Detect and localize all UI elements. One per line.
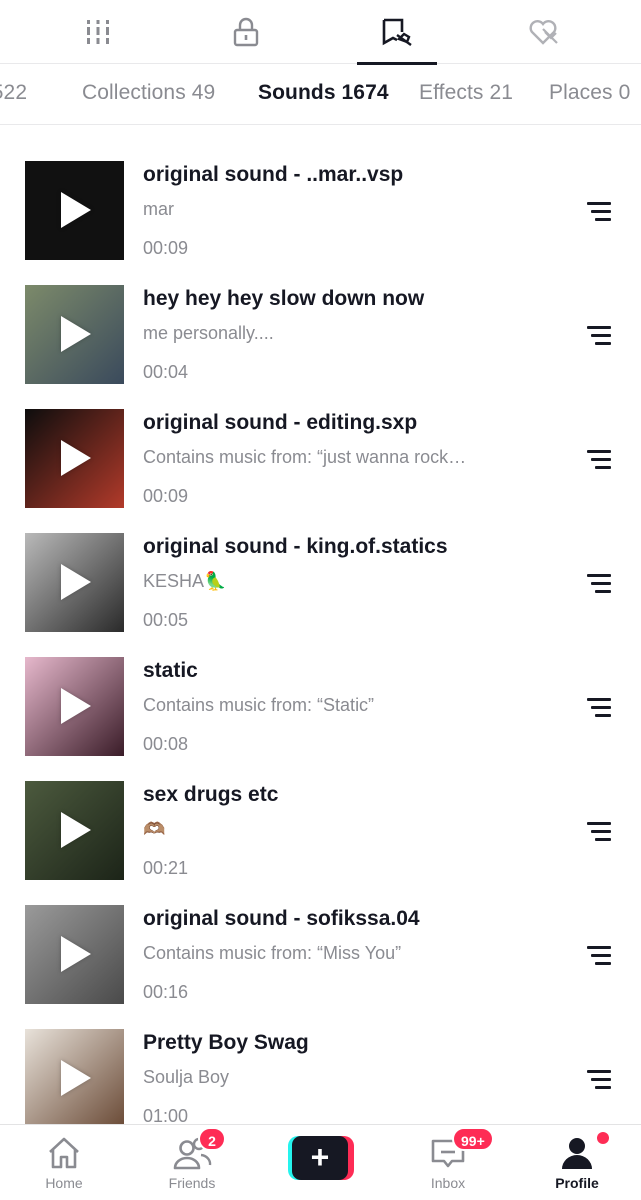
sound-thumbnail[interactable]	[25, 533, 124, 632]
tab-posts-count[interactable]: 3522	[0, 81, 27, 105]
sound-options-icon[interactable]	[585, 450, 611, 472]
sound-subtitle: KESHA🦜	[143, 571, 227, 591]
sound-subtitle: Contains music from: “just wanna rock…	[143, 447, 467, 467]
grid-icon	[87, 20, 109, 44]
play-icon[interactable]	[61, 316, 91, 352]
sound-title[interactable]: hey hey hey slow down now	[143, 287, 424, 311]
sound-subtitle: me personally....	[143, 323, 274, 343]
sound-thumbnail[interactable]	[25, 1029, 124, 1124]
sound-title[interactable]: original sound - editing.sxp	[143, 411, 417, 435]
sound-list-item[interactable]: Pretty Boy Swag Soulja Boy 01:00	[0, 993, 641, 1124]
bookmark-icon	[382, 18, 412, 46]
sound-list-item[interactable]: original sound - ..mar..vsp mar 00:09	[0, 125, 641, 260]
sound-title[interactable]: original sound - sofikssa.04	[143, 907, 420, 931]
sound-title[interactable]: sex drugs etc	[143, 783, 278, 807]
play-icon[interactable]	[61, 1060, 91, 1096]
top-icon-tabs	[0, 0, 641, 65]
category-tabs: 3522 Collections 49 Sounds 1674 Effects …	[0, 64, 641, 125]
sound-list-item[interactable]: static Contains music from: “Static” 00:08	[0, 621, 641, 756]
nav-home[interactable]: Home	[0, 1125, 128, 1200]
sound-thumbnail[interactable]	[25, 285, 124, 384]
tab-collections[interactable]: Collections 49	[82, 81, 215, 105]
sound-list-item[interactable]: original sound - sofikssa.04 Contains mus…	[0, 869, 641, 1004]
sound-thumbnail[interactable]	[25, 781, 124, 880]
sound-list-item[interactable]: original sound - king.of.statics KESHA🦜 00…	[0, 497, 641, 632]
inbox-badge: 99+	[452, 1127, 494, 1151]
play-icon[interactable]	[61, 192, 91, 228]
friends-badge: 2	[198, 1127, 226, 1151]
sound-title[interactable]: static	[143, 659, 198, 683]
tab-effects[interactable]: Effects 21	[419, 81, 513, 105]
sound-thumbnail[interactable]	[25, 905, 124, 1004]
nav-home-label: Home	[45, 1175, 83, 1191]
tab-liked[interactable]	[503, 0, 583, 64]
sound-subtitle: Contains music from: “Miss You”	[143, 943, 402, 963]
sound-list-item[interactable]: sex drugs etc 🫶🏽 00:21	[0, 745, 641, 880]
tab-places[interactable]: Places 0	[549, 81, 630, 105]
sound-thumbnail[interactable]	[25, 409, 124, 508]
tab-favorites[interactable]	[357, 0, 437, 65]
sound-duration: 01:00	[143, 1106, 189, 1124]
play-icon[interactable]	[61, 812, 91, 848]
sound-thumbnail[interactable]	[25, 161, 124, 260]
sound-title[interactable]: original sound - ..mar..vsp	[143, 163, 403, 187]
home-icon	[49, 1137, 79, 1169]
bottom-nav: Home 2 Friends + 99+ Inbox Profile	[0, 1124, 641, 1200]
tab-sounds[interactable]: Sounds 1674	[258, 81, 389, 105]
sound-options-icon[interactable]	[585, 946, 611, 968]
sound-subtitle: Contains music from: “Static”	[143, 695, 375, 715]
liked-hidden-icon	[529, 20, 558, 45]
lock-icon	[233, 17, 259, 47]
profile-icon	[562, 1138, 592, 1169]
play-icon[interactable]	[61, 564, 91, 600]
sound-options-icon[interactable]	[585, 822, 611, 844]
nav-friends[interactable]: 2 Friends	[128, 1125, 256, 1200]
sound-subtitle: Soulja Boy	[143, 1067, 230, 1087]
nav-profile-label: Profile	[555, 1175, 599, 1191]
profile-notification-dot	[597, 1132, 609, 1144]
sound-list-item[interactable]: original sound - editing.sxp Contains mus…	[0, 373, 641, 508]
sound-list: original sound - ..mar..vsp mar 00:09 hey h…	[0, 125, 641, 1124]
play-icon[interactable]	[61, 688, 91, 724]
sound-title[interactable]: original sound - king.of.statics	[143, 535, 448, 559]
plus-icon: +	[310, 1139, 330, 1175]
sound-list-item[interactable]: hey hey hey slow down now me personally..…	[0, 249, 641, 384]
sound-subtitle: 🫶🏽	[143, 819, 166, 839]
sound-options-icon[interactable]	[585, 1070, 611, 1092]
nav-friends-label: Friends	[168, 1175, 216, 1191]
sound-options-icon[interactable]	[585, 698, 611, 720]
nav-inbox-label: Inbox	[430, 1175, 466, 1191]
nav-profile[interactable]: Profile	[513, 1125, 641, 1200]
sound-options-icon[interactable]	[585, 326, 611, 348]
nav-inbox[interactable]: 99+ Inbox	[384, 1125, 512, 1200]
sound-thumbnail[interactable]	[25, 657, 124, 756]
play-icon[interactable]	[61, 936, 91, 972]
sound-options-icon[interactable]	[585, 574, 611, 596]
sound-title[interactable]: Pretty Boy Swag	[143, 1031, 309, 1055]
sound-options-icon[interactable]	[585, 202, 611, 224]
sound-subtitle: mar	[143, 199, 174, 219]
tab-private[interactable]	[206, 0, 286, 64]
tab-videos[interactable]	[58, 0, 138, 64]
play-icon[interactable]	[61, 440, 91, 476]
create-button[interactable]: +	[288, 1136, 354, 1180]
